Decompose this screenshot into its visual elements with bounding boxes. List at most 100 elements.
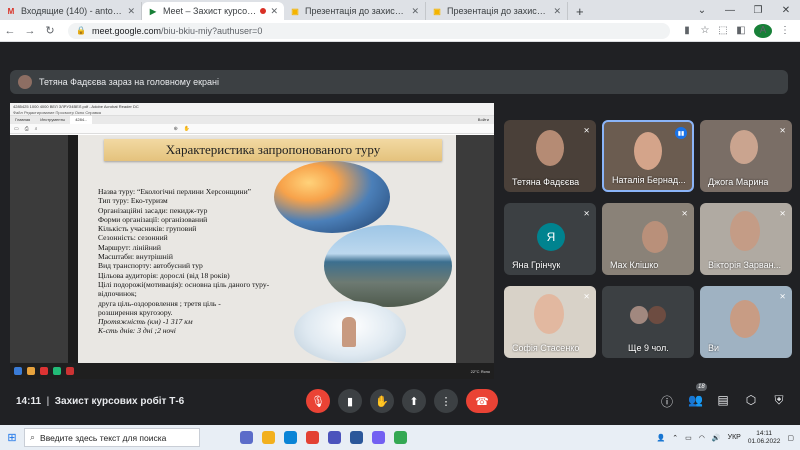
participant-tile[interactable]: ⨯ Max Клішко [602, 203, 694, 275]
tab-slides-2[interactable]: ▣ Презентація до захисту курсово ✕ [426, 2, 568, 20]
viber-icon[interactable] [372, 431, 385, 444]
host-controls-icon[interactable]: ⛨ [772, 393, 786, 410]
speaking-icon: ▮▮ [675, 127, 687, 139]
close-icon[interactable]: ✕ [127, 6, 135, 17]
people-icon[interactable]: 👤 [657, 434, 666, 442]
browser-toolbar: ← → ↻ 🔒 meet.google.com/biu-bkiu-miy?aut… [0, 20, 800, 42]
lake-photo [324, 225, 452, 307]
mic-off-button[interactable]: 🎙 [306, 389, 330, 413]
chrome-icon[interactable] [394, 431, 407, 444]
chat-icon[interactable]: ▤ [716, 393, 730, 410]
slide-line: Кількість учасників: груповий [98, 224, 197, 234]
lock-icon: 🔒 [76, 26, 86, 35]
present-button[interactable]: ⬆ [402, 389, 426, 413]
close-icon[interactable]: ✕ [411, 6, 419, 17]
new-tab-button[interactable]: + [568, 2, 592, 20]
teams-icon[interactable] [328, 431, 341, 444]
document-viewer: Характеристика запропонованого туру Назв… [10, 135, 494, 363]
participant-name: Яна Грінчук [512, 260, 561, 270]
wifi-icon[interactable]: ◠ [699, 434, 705, 442]
sidebar-icon[interactable]: ◧ [732, 25, 750, 36]
slide-line: Вид транспорту: автобусний тур [98, 261, 203, 271]
participant-video [730, 300, 760, 338]
mic-off-icon: ⨯ [583, 209, 590, 218]
address-bar[interactable]: 🔒 meet.google.com/biu-bkiu-miy?authuser=… [68, 22, 670, 39]
slide-line: Сезонність: сезонний [98, 233, 168, 243]
avatar[interactable]: A [754, 23, 772, 38]
presenter-avatar [18, 75, 32, 89]
participant-video [642, 221, 668, 253]
folder-icon [27, 367, 35, 375]
minimize-icon[interactable]: — [716, 0, 744, 20]
chrome-icon[interactable] [306, 431, 319, 444]
gmail-icon: M [7, 6, 15, 16]
participant-tile[interactable]: ⨯ Тетяна Фадєєва [504, 120, 596, 192]
slides-icon: ▣ [291, 6, 299, 16]
participant-avatar [630, 306, 648, 324]
taskbar-clock[interactable]: 14:11 01.06.2022 [748, 430, 781, 446]
mic-off-icon: ⨯ [779, 126, 786, 135]
participant-tile[interactable]: ⨯ Джога Марина [700, 120, 792, 192]
participant-tile[interactable]: ▮▮ Наталія Бернад... [602, 120, 694, 192]
participant-video [730, 130, 758, 164]
star-icon[interactable]: ☆ [696, 25, 714, 36]
slide-title: Характеристика запропонованого туру [104, 139, 442, 161]
close-icon[interactable]: ✕ [270, 6, 278, 17]
shared-screen: 4285425 1000 4000 ВЕЛ ЗЛРУЗ4ВЕЛ.pdf - Ad… [10, 103, 494, 379]
raise-hand-button[interactable]: ✋ [370, 389, 394, 413]
forward-icon[interactable]: → [20, 25, 40, 37]
chevron-down-icon[interactable]: ⌄ [688, 0, 716, 20]
taskbar-search[interactable]: ⌕ Введите здесь текст для поиска [24, 428, 200, 447]
edge-icon[interactable] [284, 431, 297, 444]
more-options-button[interactable]: ⋮ [434, 389, 458, 413]
url-path: /biu-bkiu-miy?authuser=0 [161, 25, 263, 36]
recording-icon [260, 8, 267, 14]
tab-gmail[interactable]: M Входящие (140) - antoniuk.olen... ✕ [0, 2, 142, 20]
tab-meet[interactable]: ▶ Meet – Захист курсових робі ✕ [142, 2, 284, 20]
participant-tile[interactable]: ⨯ Софія Стасенко [504, 286, 596, 358]
menu-icon[interactable]: ⋮ [776, 25, 794, 36]
windows-start-icon[interactable]: ⊞ [0, 431, 24, 444]
language-indicator[interactable]: УКР [728, 434, 741, 441]
notifications-icon[interactable]: ▢ [787, 434, 794, 442]
mic-off-icon: ⨯ [583, 126, 590, 135]
restore-icon[interactable]: ❐ [744, 0, 772, 20]
extension-icon[interactable]: ⬚ [714, 25, 732, 36]
reload-icon[interactable]: ↻ [40, 24, 60, 37]
back-icon[interactable]: ← [0, 25, 20, 37]
slide-body: Назва туру: “Екологічні перлини Херсонщи… [98, 187, 338, 336]
windows-taskbar: ⊞ ⌕ Введите здесь текст для поиска 👤 ⌃ ▭… [0, 425, 800, 450]
camera-icon[interactable]: ▮ [678, 25, 696, 36]
browser-tab-strip: M Входящие (140) - antoniuk.olen... ✕ ▶ … [0, 0, 800, 20]
participant-tile[interactable]: Я ⨯ Яна Грінчук [504, 203, 596, 275]
battery-icon[interactable]: ▭ [685, 434, 692, 442]
task-view-icon[interactable] [240, 431, 253, 444]
chevron-up-icon[interactable]: ⌃ [672, 434, 678, 442]
close-window-icon[interactable]: ✕ [772, 0, 800, 20]
slide-line: Форми організації: організований [98, 214, 208, 224]
file-explorer-icon[interactable] [262, 431, 275, 444]
tab-slides-1[interactable]: ▣ Презентація до захисту курсово ✕ [284, 2, 426, 20]
people-icon[interactable]: 👥 18 [688, 383, 707, 410]
print-icon: ⎙ [24, 125, 29, 132]
participant-name: Max Клішко [610, 260, 659, 270]
participant-avatar [648, 306, 666, 324]
activities-icon[interactable]: ⬡ [744, 393, 758, 410]
participant-tile[interactable]: ⨯ Вікторія Зарван... [700, 203, 792, 275]
tab-title: Презентація до захисту курсово [447, 6, 549, 16]
shared-tab: Инструменты [40, 117, 66, 122]
participant-tile[interactable]: Ще 9 чол. [602, 286, 694, 358]
leave-call-button[interactable]: ☎ [466, 389, 498, 413]
info-icon[interactable]: ⓘ [660, 393, 674, 410]
participant-count-badge: 18 [696, 383, 707, 391]
close-icon[interactable]: ✕ [553, 6, 561, 17]
camera-button[interactable]: ▮ [338, 389, 362, 413]
volume-icon[interactable]: 🔊 [712, 434, 721, 442]
participant-tile[interactable]: ⨯ Ви [700, 286, 792, 358]
slide-line: відпочинок; [98, 289, 137, 299]
search-icon: ⌕ [34, 125, 38, 132]
meeting-info: 14:11 | Захист курсових робіт Т-6 [16, 396, 185, 407]
word-icon[interactable] [350, 431, 363, 444]
presenting-banner: Тетяна Фадєєва зараз на головному екрані [10, 70, 788, 94]
save-icon: ▭ [14, 125, 19, 132]
